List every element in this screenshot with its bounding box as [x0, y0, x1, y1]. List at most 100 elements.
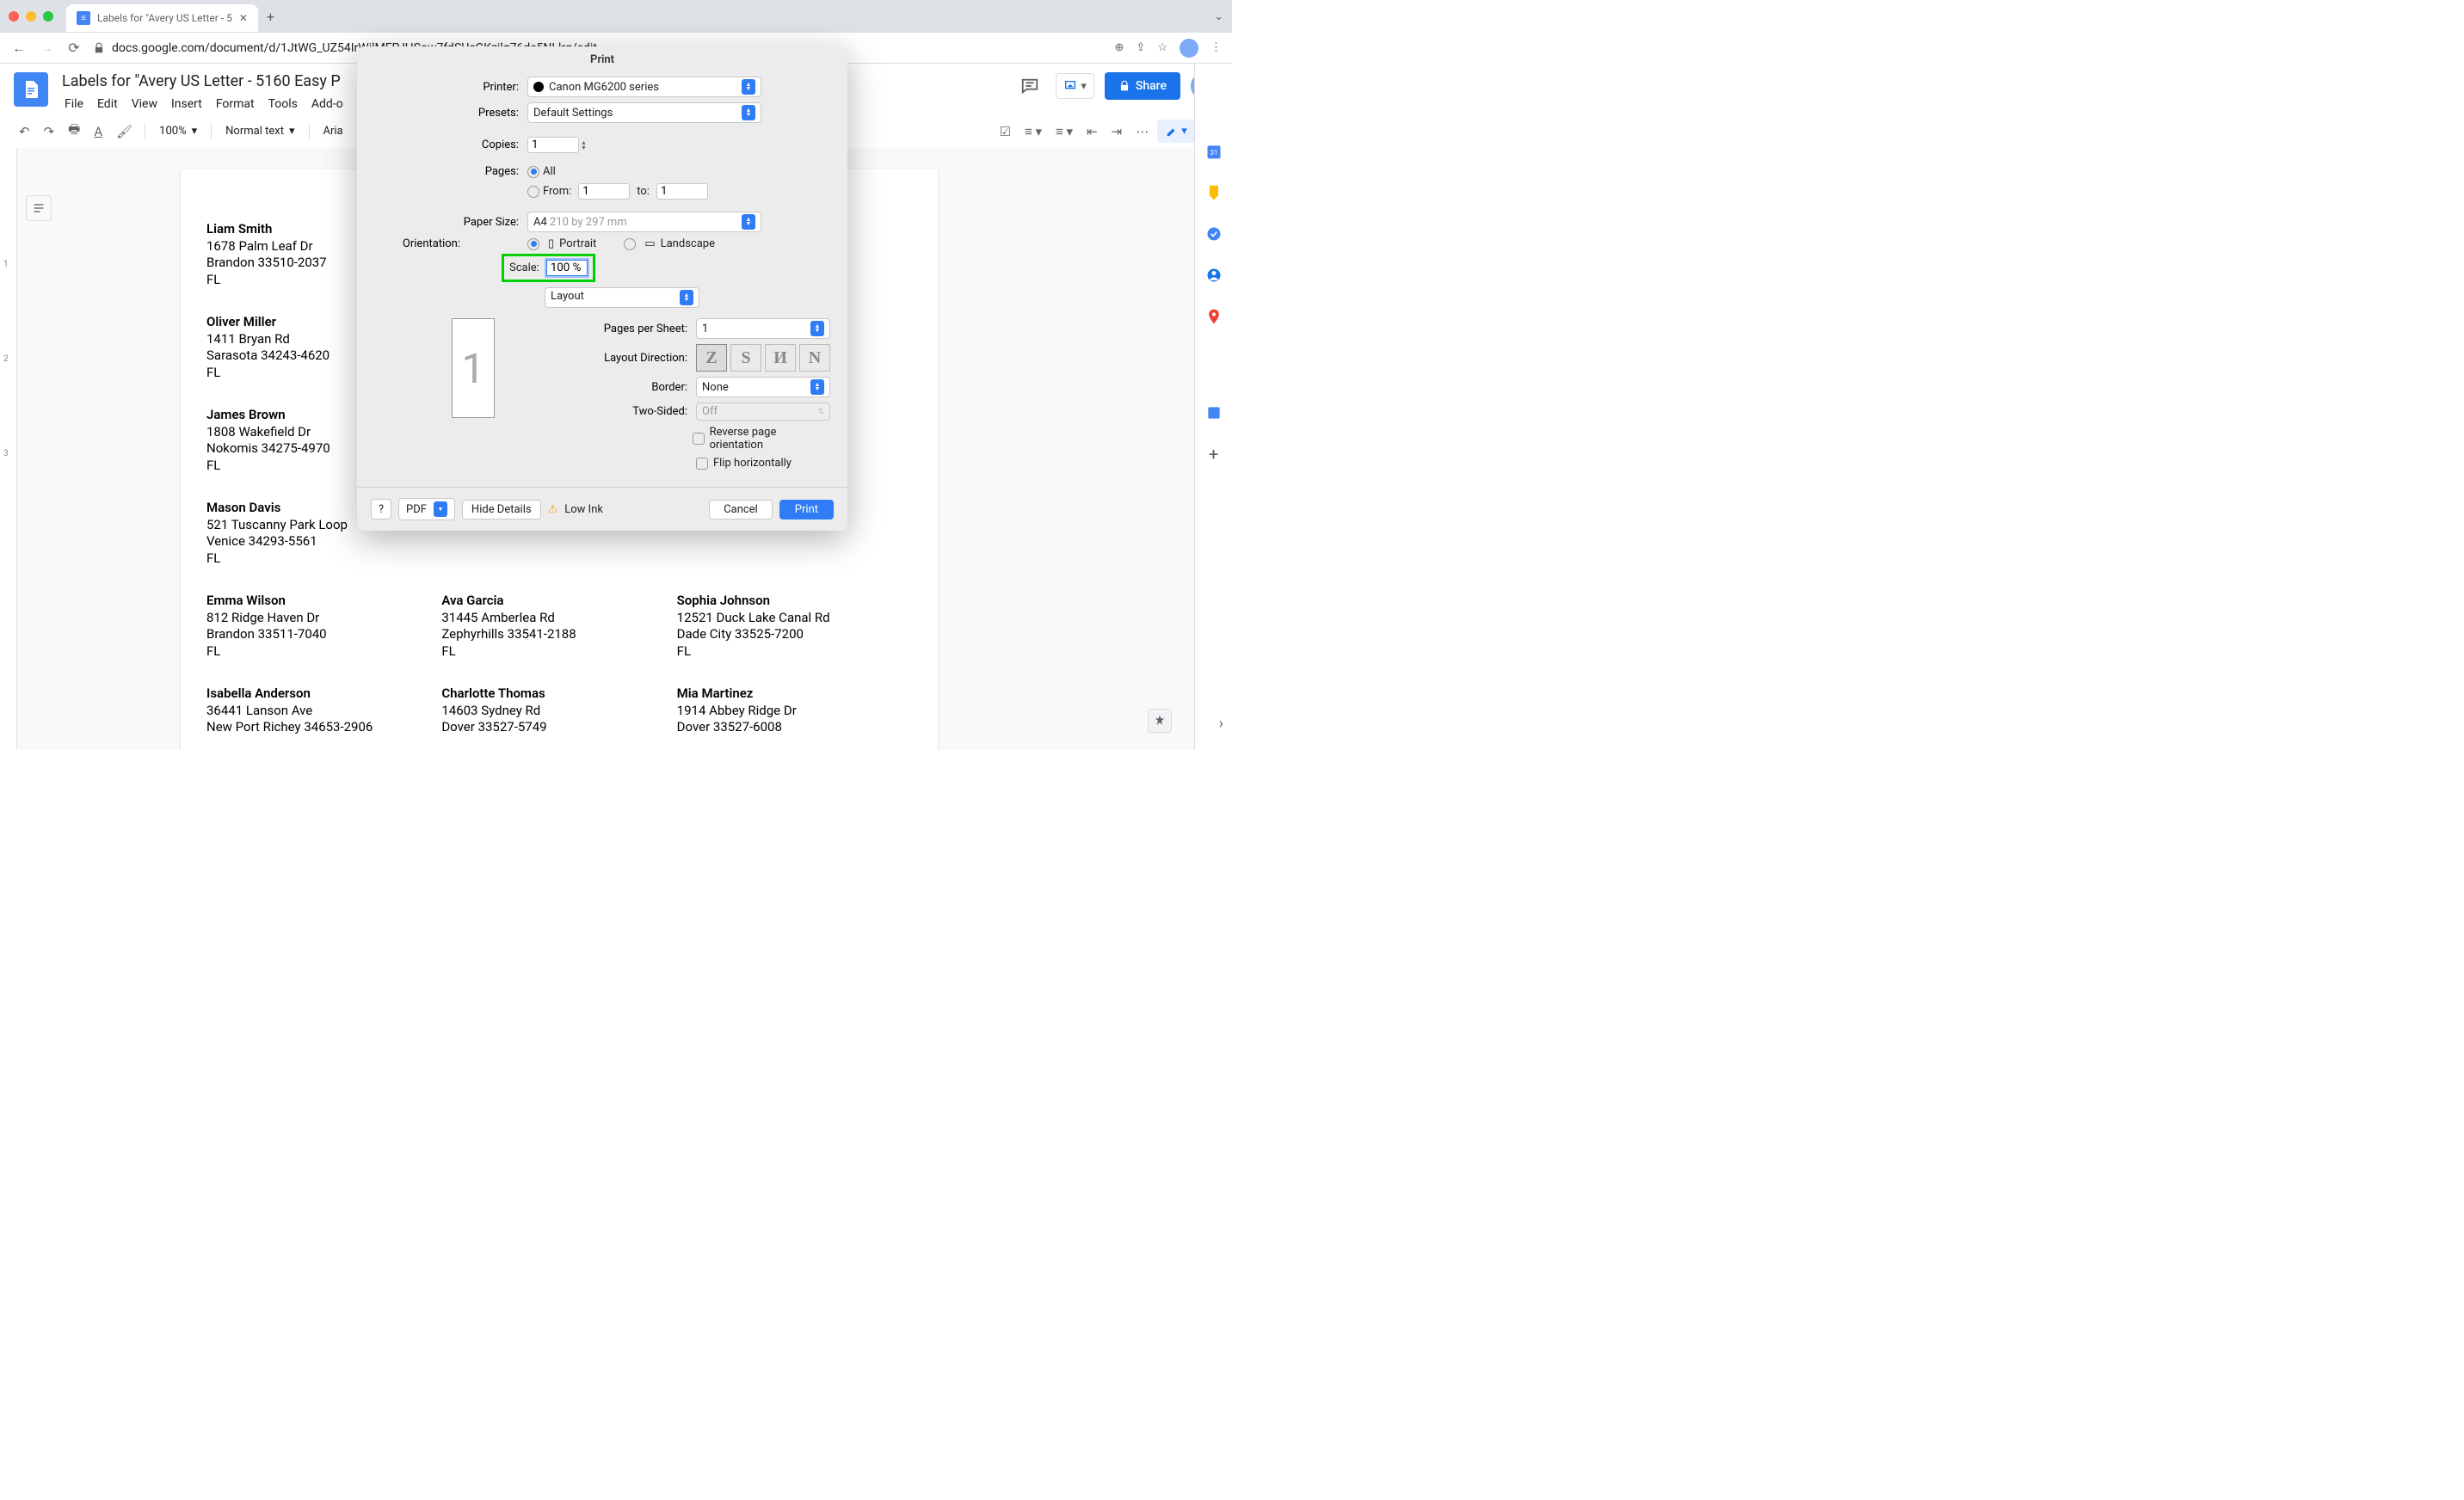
bookmark-icon[interactable]: ☆ [1157, 41, 1167, 54]
address-label[interactable]: Isabella Anderson36441 Lanson AveNew Por… [206, 685, 441, 736]
minimize-window-button[interactable] [26, 11, 36, 22]
close-window-button[interactable] [9, 11, 19, 22]
select-arrows-icon: ▲▼ [810, 321, 824, 336]
presets-label: Presets: [374, 107, 527, 120]
profile-avatar-icon[interactable] [1180, 39, 1198, 58]
increase-indent-button[interactable]: ⇥ [1106, 120, 1128, 143]
print-toolbar-button[interactable]: 🖶 [63, 117, 85, 145]
style-select[interactable]: Normal text ▾ [219, 121, 301, 141]
copies-input[interactable] [527, 137, 579, 153]
addon-icon[interactable] [1204, 403, 1224, 423]
label-line: 12521 Duck Lake Canal Rd [677, 610, 912, 627]
tab-overflow-icon[interactable]: ⌄ [1214, 10, 1223, 23]
orientation-landscape-radio[interactable] [624, 238, 636, 250]
menu-edit[interactable]: Edit [91, 94, 124, 114]
label-line: FL [206, 550, 441, 568]
pages-to-input[interactable] [656, 183, 708, 200]
orientation-portrait-radio[interactable] [527, 238, 539, 250]
two-sided-select[interactable]: Off ⇅ [696, 403, 830, 421]
calendar-icon[interactable]: 31 [1204, 141, 1224, 162]
vertical-ruler[interactable]: 1 2 3 [0, 148, 17, 750]
scale-input[interactable] [546, 260, 588, 276]
flip-horizontally-label: Flip horizontally [713, 457, 792, 470]
keep-icon[interactable] [1204, 182, 1224, 203]
browser-tab[interactable]: ≡ Labels for "Avery US Letter - 5 ✕ [66, 4, 258, 32]
address-label[interactable]: Ava Garcia31445 Amberlea RdZephyrhills 3… [441, 593, 676, 660]
new-tab-button[interactable]: + [267, 9, 274, 25]
pages-per-sheet-select[interactable]: 1 ▲▼ [696, 318, 830, 339]
docs-logo-icon[interactable] [14, 72, 48, 107]
address-label[interactable]: Mia Martinez1914 Abbey Ridge DrDover 335… [677, 685, 912, 736]
numbered-list-button[interactable]: ≡ ▾ [1050, 120, 1078, 143]
zoom-select[interactable]: 100% ▾ [152, 121, 204, 141]
window-controls [9, 11, 53, 22]
forward-button[interactable]: → [38, 40, 55, 57]
share-button[interactable]: Share [1105, 72, 1180, 100]
menu-view[interactable]: View [126, 94, 163, 114]
tasks-icon[interactable] [1204, 224, 1224, 244]
cancel-button[interactable]: Cancel [709, 500, 773, 519]
print-confirm-button[interactable]: Print [779, 500, 834, 519]
address-label[interactable]: Charlotte Thomas14603 Sydney RdDover 335… [441, 685, 676, 736]
layout-dir-3[interactable]: И [765, 344, 796, 372]
checklist-button[interactable]: ☑ [995, 120, 1016, 143]
spellcheck-button[interactable]: A [89, 120, 108, 143]
address-label[interactable]: Emma Wilson812 Ridge Haven DrBrandon 335… [206, 593, 441, 660]
back-button[interactable]: ← [10, 40, 28, 57]
scale-label: Scale: [509, 261, 539, 274]
printer-select[interactable]: Canon MG6200 series ▲▼ [527, 77, 761, 97]
menu-tools[interactable]: Tools [262, 94, 304, 114]
paper-size-select[interactable]: A4 210 by 297 mm ▲▼ [527, 212, 761, 232]
outline-toggle-button[interactable] [26, 195, 52, 221]
bulleted-list-button[interactable]: ≡ ▾ [1019, 120, 1047, 143]
zoom-icon[interactable]: ⊕ [1115, 41, 1124, 54]
show-side-panel-button[interactable]: › [1219, 715, 1223, 733]
menu-add-o[interactable]: Add-o [305, 94, 349, 114]
select-arrows-icon: ▲▼ [680, 290, 693, 305]
maps-icon[interactable] [1204, 306, 1224, 327]
label-name: Charlotte Thomas [441, 685, 676, 703]
paint-format-button[interactable]: 🖌 [111, 120, 138, 143]
flip-horizontally-checkbox[interactable] [696, 458, 708, 470]
font-select[interactable]: Aria [317, 121, 350, 141]
copies-stepper[interactable]: ▲▼ [581, 140, 587, 151]
address-label[interactable]: Sophia Johnson12521 Duck Lake Canal RdDa… [677, 593, 912, 660]
select-arrows-icon: ▲▼ [742, 105, 755, 120]
warning-icon: ⚠ [548, 503, 558, 516]
border-select[interactable]: None ▲▼ [696, 377, 830, 397]
label-line: 31445 Amberlea Rd [441, 610, 676, 627]
contacts-icon[interactable] [1204, 265, 1224, 286]
reverse-orientation-checkbox[interactable] [693, 433, 705, 445]
menu-format[interactable]: Format [210, 94, 261, 114]
more-toolbar-button[interactable]: ⋯ [1130, 120, 1154, 143]
undo-button[interactable]: ↶ [14, 120, 35, 143]
layout-section-select[interactable]: Layout ▲▼ [545, 287, 699, 308]
share-url-icon[interactable]: ⇪ [1136, 41, 1145, 54]
reload-button[interactable]: ⟳ [65, 40, 83, 56]
editing-mode-button[interactable]: ▾ [1157, 120, 1196, 143]
menu-insert[interactable]: Insert [165, 94, 208, 114]
close-tab-icon[interactable]: ✕ [239, 12, 248, 24]
pages-all-radio[interactable] [527, 166, 539, 178]
hide-details-button[interactable]: Hide Details [462, 500, 541, 519]
layout-dir-2[interactable]: S [730, 344, 761, 372]
explore-button[interactable] [1148, 709, 1172, 733]
help-button[interactable]: ? [371, 499, 391, 519]
tab-title: Labels for "Avery US Letter - 5 [97, 12, 232, 24]
kebab-menu-icon[interactable]: ⋮ [1210, 41, 1222, 54]
comments-icon[interactable] [1014, 71, 1045, 101]
pages-from-input[interactable] [578, 183, 630, 200]
present-button[interactable]: ▾ [1056, 73, 1094, 99]
layout-dir-1[interactable]: Z [696, 344, 727, 372]
pages-range-radio[interactable] [527, 186, 539, 198]
add-addon-icon[interactable]: + [1204, 444, 1224, 464]
layout-dir-4[interactable]: N [799, 344, 830, 372]
pdf-dropdown-button[interactable]: PDF▼ [398, 498, 455, 520]
redo-button[interactable]: ↷ [39, 120, 60, 143]
maximize-window-button[interactable] [43, 11, 53, 22]
label-name: Sophia Johnson [677, 593, 912, 610]
pencil-icon [1166, 126, 1178, 138]
menu-file[interactable]: File [59, 94, 89, 114]
presets-select[interactable]: Default Settings ▲▼ [527, 102, 761, 123]
decrease-indent-button[interactable]: ⇤ [1081, 120, 1103, 143]
